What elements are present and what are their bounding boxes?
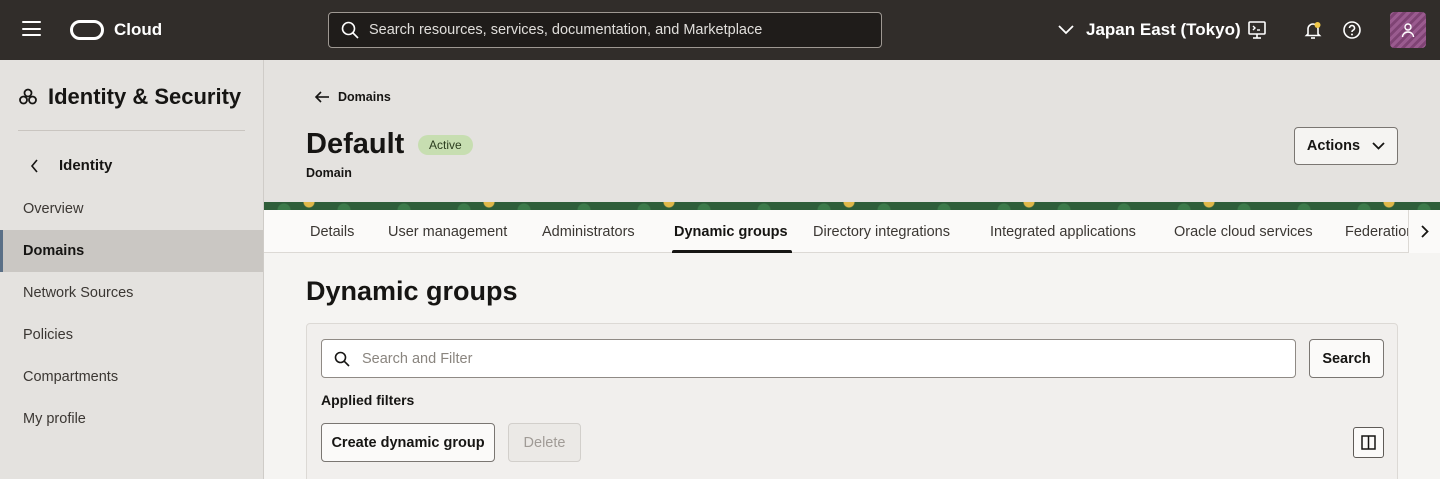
sidebar-item-label: Overview bbox=[23, 201, 84, 217]
sidebar-title: Identity & Security bbox=[18, 84, 241, 110]
search-icon bbox=[341, 21, 359, 39]
brand-label[interactable]: Cloud bbox=[114, 20, 162, 40]
chevron-right-icon bbox=[1420, 225, 1429, 238]
tab-oracle-cloud-services[interactable]: Oracle cloud services bbox=[1174, 210, 1313, 253]
chevron-down-icon bbox=[1372, 142, 1385, 150]
menu-icon[interactable] bbox=[22, 21, 41, 37]
tab-label: Federation bbox=[1345, 223, 1410, 240]
page-subtitle: Domain bbox=[306, 166, 352, 180]
tab-bar: Details User management Administrators D… bbox=[264, 210, 1440, 253]
actions-button[interactable]: Actions bbox=[1294, 127, 1398, 165]
tab-label: Dynamic groups bbox=[674, 223, 788, 240]
top-bar: Cloud Search resources, services, docume… bbox=[0, 0, 1440, 60]
sidebar-item-label: My profile bbox=[23, 411, 86, 427]
sidebar-back-link[interactable]: Identity bbox=[30, 157, 112, 174]
sidebar: Identity & Security Identity Overview Do… bbox=[0, 60, 264, 479]
sidebar-item-overview[interactable]: Overview bbox=[0, 188, 263, 230]
search-icon bbox=[334, 351, 350, 367]
columns-icon bbox=[1361, 435, 1376, 450]
sidebar-item-label: Domains bbox=[23, 243, 85, 259]
bell-icon[interactable] bbox=[1303, 20, 1323, 40]
search-filter-placeholder: Search and Filter bbox=[362, 350, 473, 367]
delete-button: Delete bbox=[508, 423, 581, 462]
sidebar-item-my-profile[interactable]: My profile bbox=[0, 398, 263, 440]
sidebar-item-compartments[interactable]: Compartments bbox=[0, 356, 263, 398]
chevron-down-icon bbox=[1058, 25, 1074, 35]
decorative-banner bbox=[264, 202, 1440, 210]
cloud-shell-icon[interactable] bbox=[1247, 20, 1267, 40]
sidebar-item-policies[interactable]: Policies bbox=[0, 314, 263, 356]
region-selector[interactable]: Japan East (Tokyo) bbox=[1058, 20, 1241, 40]
actions-label: Actions bbox=[1306, 138, 1361, 154]
arrow-left-icon bbox=[314, 91, 329, 103]
tab-federation[interactable]: Federation bbox=[1345, 210, 1410, 253]
tab-user-management[interactable]: User management bbox=[388, 210, 507, 253]
dynamic-groups-panel: Search and Filter Search Applied filters… bbox=[306, 323, 1398, 479]
applied-filters-label: Applied filters bbox=[321, 392, 415, 408]
status-badge: Active bbox=[418, 135, 473, 155]
page-header: Domains Default Active Domain Actions bbox=[264, 60, 1440, 202]
section-title: Dynamic groups bbox=[306, 276, 518, 306]
page-title: Default bbox=[306, 128, 405, 160]
oracle-logo-icon[interactable] bbox=[70, 20, 104, 40]
tab-label: Details bbox=[310, 223, 355, 240]
sidebar-item-domains[interactable]: Domains bbox=[0, 230, 263, 272]
search-placeholder: Search resources, services, documentatio… bbox=[369, 22, 763, 38]
tab-directory-integrations[interactable]: Directory integrations bbox=[813, 210, 950, 253]
chevron-left-icon bbox=[30, 158, 38, 173]
sidebar-item-network-sources[interactable]: Network Sources bbox=[0, 272, 263, 314]
tab-label: User management bbox=[388, 223, 508, 240]
identity-security-icon bbox=[19, 88, 37, 105]
column-settings-button[interactable] bbox=[1353, 427, 1384, 458]
tab-label: Oracle cloud services bbox=[1174, 223, 1313, 240]
avatar[interactable] bbox=[1390, 12, 1426, 48]
sidebar-item-label: Compartments bbox=[23, 369, 119, 385]
sidebar-item-label: Policies bbox=[23, 327, 73, 343]
user-icon bbox=[1401, 23, 1415, 38]
global-search-input[interactable]: Search resources, services, documentatio… bbox=[328, 12, 882, 48]
help-icon[interactable] bbox=[1342, 20, 1362, 40]
region-label: Japan East (Tokyo) bbox=[1086, 20, 1241, 39]
tab-label: Integrated applications bbox=[990, 223, 1136, 240]
sidebar-divider bbox=[18, 130, 245, 131]
tab-details[interactable]: Details bbox=[310, 210, 354, 253]
sidebar-item-label: Network Sources bbox=[23, 285, 134, 301]
tab-label: Directory integrations bbox=[813, 223, 950, 240]
sidebar-back-label: Identity bbox=[59, 157, 113, 174]
tab-integrated-applications[interactable]: Integrated applications bbox=[990, 210, 1136, 253]
tab-strip: Details User management Administrators D… bbox=[264, 210, 1410, 253]
search-filter-input[interactable]: Search and Filter bbox=[321, 339, 1296, 378]
search-button[interactable]: Search bbox=[1309, 339, 1384, 378]
breadcrumb-label: Domains bbox=[338, 90, 391, 104]
create-dynamic-group-button[interactable]: Create dynamic group bbox=[321, 423, 495, 462]
tabs-scroll-right-button[interactable] bbox=[1408, 210, 1440, 253]
breadcrumb[interactable]: Domains bbox=[314, 90, 391, 104]
tab-label: Administrators bbox=[542, 223, 635, 240]
sidebar-title-label: Identity & Security bbox=[48, 84, 242, 109]
tab-dynamic-groups[interactable]: Dynamic groups bbox=[672, 210, 792, 253]
tab-administrators[interactable]: Administrators bbox=[542, 210, 635, 253]
